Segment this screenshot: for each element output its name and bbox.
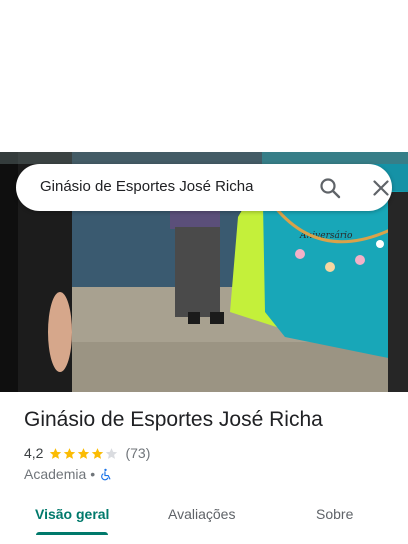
place-category: Academia [24,466,87,482]
active-tab-indicator [36,532,108,535]
star-rating [49,447,119,460]
star-icon [64,447,76,459]
star-icon [50,447,62,459]
tab-overview[interactable]: Visão geral [35,506,109,522]
tab-reviews[interactable]: Avaliações [168,506,235,522]
review-count[interactable]: (73) [125,445,150,461]
place-title: Ginásio de Esportes José Richa [24,408,323,431]
search-icon[interactable] [318,176,342,200]
star-empty-icon [106,447,118,459]
close-icon[interactable] [369,176,393,200]
search-input[interactable]: Ginásio de Esportes José Richa [40,178,253,195]
search-bar[interactable]: Ginásio de Esportes José Richa [16,164,392,211]
star-icon [92,447,104,459]
wheelchair-icon [101,468,111,480]
rating-row[interactable]: 4,2 (73) [24,444,150,462]
separator: • [90,466,96,482]
tab-bar: Visão geral Avaliações Sobre [0,496,408,544]
category-row: Academia • [24,465,112,483]
star-icon [78,447,90,459]
tab-about[interactable]: Sobre [316,506,353,522]
rating-value: 4,2 [24,445,44,461]
map-blank-area [0,0,408,152]
